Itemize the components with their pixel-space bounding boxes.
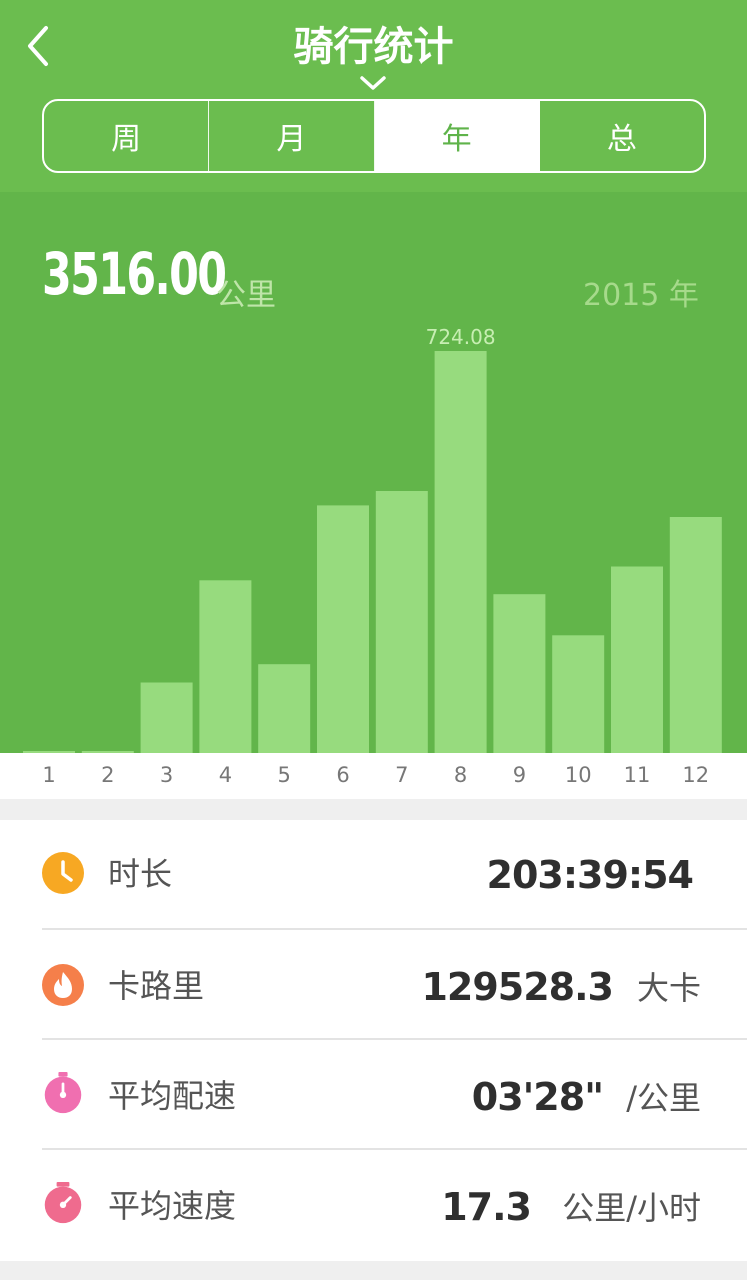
bar-month-11[interactable] bbox=[611, 566, 663, 754]
bar-month-9[interactable] bbox=[493, 594, 546, 753]
bar-data-label: 724.08 bbox=[426, 325, 496, 349]
tab-week[interactable]: 周 bbox=[44, 101, 210, 171]
x-tick-label: 1 bbox=[42, 763, 55, 787]
stat-label: 时长 bbox=[108, 855, 173, 893]
tab-month[interactable]: 月 bbox=[209, 101, 375, 171]
tab-total[interactable]: 总 bbox=[540, 101, 704, 171]
stat-value: 203:39:54 bbox=[486, 853, 694, 897]
bar-month-8[interactable] bbox=[434, 351, 487, 753]
x-tick-label: 2 bbox=[101, 763, 114, 787]
stat-value: 17.3 bbox=[441, 1185, 532, 1229]
stopwatch-icon bbox=[44, 1072, 82, 1114]
stat-value: 03'28" bbox=[471, 1075, 604, 1119]
bar-month-10[interactable] bbox=[552, 635, 605, 753]
x-tick-label: 5 bbox=[278, 763, 291, 787]
period-tabs: 周 月 年 总 bbox=[42, 99, 706, 173]
x-tick-label: 3 bbox=[160, 763, 173, 787]
x-tick-label: 10 bbox=[565, 763, 592, 787]
header: 骑行统计 周 月 年 总 bbox=[0, 0, 747, 192]
stat-row-calories: 卡路里 129528.3 大卡 bbox=[0, 930, 747, 1040]
bar-month-5[interactable] bbox=[258, 664, 311, 753]
stat-row-pace: 平均配速 03'28" /公里 bbox=[0, 1040, 747, 1150]
x-tick-label: 8 bbox=[454, 763, 467, 787]
stat-row-duration: 时长 203:39:54 bbox=[0, 820, 747, 930]
stat-label: 卡路里 bbox=[108, 967, 205, 1005]
stats-list: 时长 203:39:54 卡路里 129528.3 大卡 平均配速 03'28"… bbox=[0, 820, 747, 1261]
bar-month-1[interactable] bbox=[23, 751, 75, 753]
bar-month-7[interactable] bbox=[375, 491, 428, 753]
bar-month-12[interactable] bbox=[669, 517, 722, 753]
stat-unit: 公里/小时 bbox=[562, 1189, 701, 1227]
flame-icon bbox=[42, 964, 84, 1006]
stat-value: 129528.3 bbox=[421, 965, 614, 1009]
monthly-bar-chart: 1 2 3 4 5 6 7 8 9 10 11 12724.08 bbox=[23, 325, 722, 787]
x-tick-label: 11 bbox=[624, 763, 651, 787]
bar-month-2[interactable] bbox=[81, 751, 134, 753]
bar-month-6[interactable] bbox=[317, 505, 369, 753]
stat-label: 平均配速 bbox=[108, 1077, 237, 1115]
chevron-down-icon[interactable] bbox=[358, 74, 388, 92]
x-tick-label: 4 bbox=[219, 763, 232, 787]
x-tick-label: 9 bbox=[513, 763, 526, 787]
x-tick-label: 6 bbox=[336, 763, 349, 787]
bar-month-4[interactable] bbox=[199, 580, 252, 753]
timer-icon bbox=[44, 1182, 82, 1224]
stat-row-speed: 平均速度 17.3 公里/小时 bbox=[0, 1150, 747, 1260]
x-tick-label: 7 bbox=[395, 763, 408, 787]
page-title: 骑行统计 bbox=[293, 24, 454, 70]
stat-unit: /公里 bbox=[626, 1079, 701, 1117]
stat-label: 平均速度 bbox=[108, 1187, 237, 1225]
tab-year[interactable]: 年 bbox=[374, 101, 540, 171]
x-tick-label: 12 bbox=[682, 763, 709, 787]
stat-unit: 大卡 bbox=[636, 969, 701, 1007]
bar-month-3[interactable] bbox=[140, 682, 193, 754]
clock-icon bbox=[42, 852, 84, 894]
